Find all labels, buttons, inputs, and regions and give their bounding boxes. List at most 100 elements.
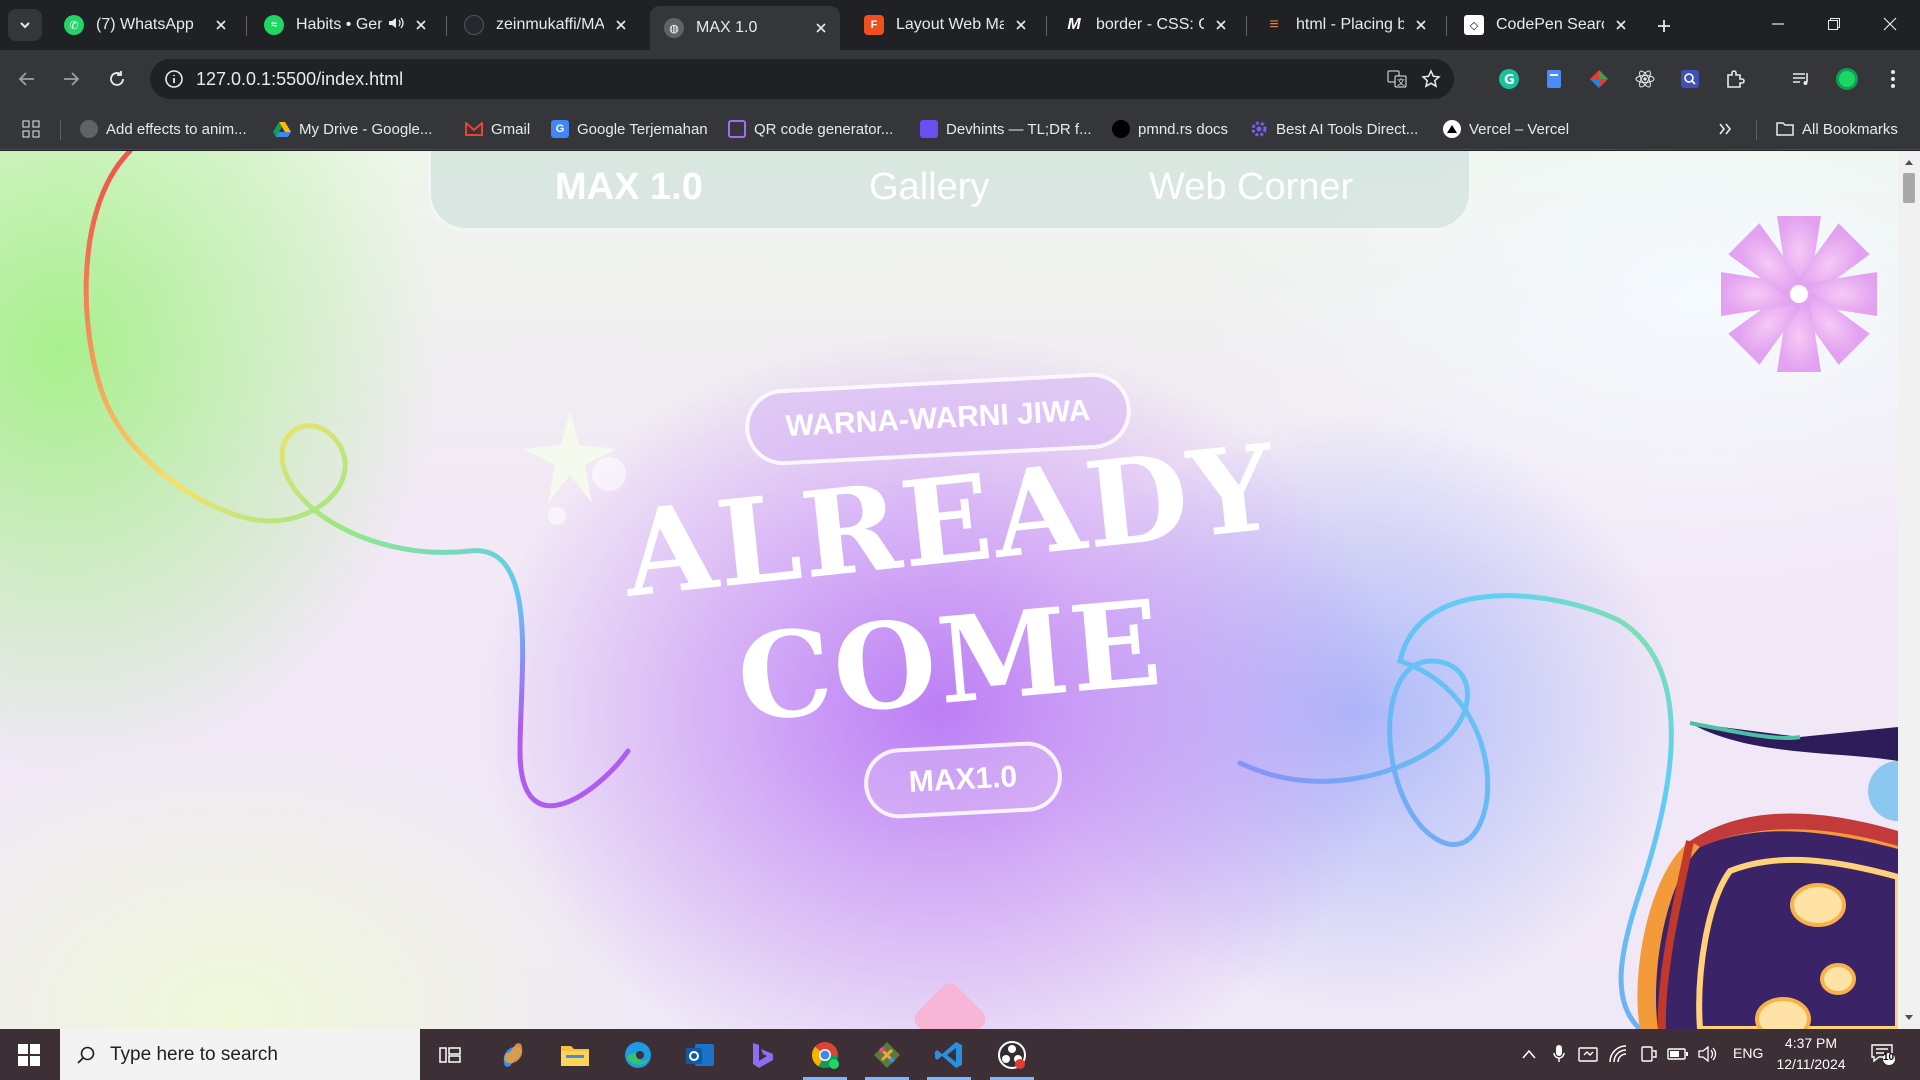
tab-title: MAX 1.0 — [696, 19, 758, 36]
clock-date: 12/11/2024 — [1776, 1056, 1846, 1072]
react-devtools-icon[interactable] — [1632, 66, 1658, 92]
bookmark-item[interactable]: G Google Terjemahan — [551, 118, 708, 140]
search-icon — [77, 1046, 95, 1064]
notification-center-icon[interactable]: 10 — [1868, 1043, 1898, 1065]
bookmark-item[interactable]: QR code generator... — [728, 118, 893, 140]
obs-icon[interactable] — [984, 1029, 1040, 1080]
all-bookmarks-button[interactable]: All Bookmarks — [1776, 118, 1898, 140]
media-control-icon[interactable] — [1788, 66, 1814, 92]
url-text[interactable]: 127.0.0.1:5500/index.html — [196, 69, 403, 90]
bookmark-label: QR code generator... — [754, 120, 894, 138]
bookmark-item[interactable]: Add effects to anim... — [80, 118, 247, 140]
site-info-icon[interactable] — [164, 69, 184, 94]
minimize-button[interactable] — [1758, 8, 1798, 40]
bookmark-item[interactable]: Best AI Tools Direct... — [1250, 118, 1418, 140]
more-bookmarks-button[interactable] — [1718, 118, 1732, 140]
tab-figma[interactable]: F Layout Web Max — [850, 6, 1040, 44]
grammarly-icon[interactable]: G — [1496, 66, 1522, 92]
tab-search-button[interactable] — [8, 9, 42, 41]
apps-grid-icon — [22, 120, 40, 138]
copilot-icon[interactable] — [485, 1029, 541, 1080]
file-explorer-icon[interactable] — [547, 1029, 603, 1080]
nav-brand-link[interactable]: MAX 1.0 — [555, 166, 703, 209]
forward-button[interactable] — [56, 64, 86, 94]
tab-whatsapp[interactable]: ✆ (7) WhatsApp — [50, 6, 240, 44]
translate-icon[interactable]: 文 — [1386, 68, 1408, 90]
close-icon[interactable] — [1412, 16, 1430, 34]
vercel-icon — [1443, 120, 1461, 138]
close-icon[interactable] — [612, 16, 630, 34]
close-icon[interactable] — [1212, 16, 1230, 34]
scroll-down-icon[interactable] — [1904, 1013, 1914, 1023]
close-icon[interactable] — [1012, 16, 1030, 34]
speaker-icon[interactable] — [388, 16, 404, 35]
plus-icon — [1658, 20, 1670, 32]
docs-extension-icon[interactable] — [1541, 66, 1567, 92]
clock-time: 4:37 PM — [1784, 1035, 1838, 1051]
close-icon[interactable] — [412, 16, 430, 34]
chrome-icon[interactable] — [797, 1029, 853, 1080]
reload-button[interactable] — [102, 64, 132, 94]
browser-menu-icon[interactable] — [1880, 66, 1906, 92]
tab-separator — [246, 16, 247, 36]
profile-avatar[interactable] — [1834, 66, 1860, 92]
close-window-button[interactable] — [1870, 8, 1910, 40]
vscode-icon[interactable] — [921, 1029, 977, 1080]
bookmark-item[interactable]: Vercel – Vercel — [1443, 118, 1569, 140]
restore-button[interactable] — [1814, 8, 1854, 40]
nav-gallery-link[interactable]: Gallery — [869, 166, 989, 209]
taskbar-search-box[interactable]: Type here to search — [60, 1029, 420, 1080]
outlook-icon[interactable] — [672, 1029, 728, 1080]
scroll-up-icon[interactable] — [1904, 157, 1914, 167]
bookmark-item[interactable]: My Drive - Google... — [273, 118, 432, 140]
system-clock[interactable]: 4:37 PM 12/11/2024 — [1766, 1033, 1856, 1075]
bookmarks-bar: Add effects to anim... My Drive - Google… — [0, 108, 1920, 150]
color-picker-extension-icon[interactable] — [1586, 66, 1612, 92]
svg-text:G: G — [1504, 73, 1515, 88]
edge-icon[interactable] — [610, 1029, 666, 1080]
flower-icon — [1721, 216, 1877, 372]
close-icon[interactable] — [212, 16, 230, 34]
close-icon[interactable] — [812, 19, 830, 37]
start-button[interactable] — [0, 1029, 58, 1080]
language-indicator[interactable]: ENG — [1733, 1045, 1763, 1061]
meet-now-icon[interactable] — [1577, 1043, 1599, 1065]
bookmark-star-icon[interactable] — [1420, 68, 1442, 90]
tab-github[interactable]: zeinmukaffi/MA — [450, 6, 640, 44]
codepen-icon: ◇ — [1464, 15, 1484, 35]
device-icon[interactable] — [1637, 1043, 1659, 1065]
battery-icon[interactable] — [1667, 1043, 1689, 1065]
bing-icon[interactable] — [734, 1029, 790, 1080]
bookmark-label: Google Terjemahan — [577, 120, 708, 138]
page-scrollbar[interactable] — [1898, 151, 1920, 1029]
devhints-icon — [920, 120, 938, 138]
apps-grid-button[interactable] — [22, 118, 40, 140]
tab-stackoverflow[interactable]: ≡ html - Placing bo — [1250, 6, 1440, 44]
git-icon[interactable] — [859, 1029, 915, 1080]
qr-icon — [728, 120, 746, 138]
bookmark-item[interactable]: Devhints — TL;DR f... — [920, 118, 1092, 140]
task-view-icon[interactable] — [422, 1029, 478, 1080]
close-icon[interactable] — [1612, 16, 1630, 34]
google-drive-icon — [273, 120, 291, 138]
tab-title: Layout Web Max — [896, 16, 1004, 33]
bookmark-item[interactable]: pmnd.rs docs — [1112, 118, 1228, 140]
back-button[interactable] — [12, 64, 42, 94]
search-extension-icon[interactable] — [1677, 66, 1703, 92]
tab-mdn[interactable]: M border - CSS: Ca — [1050, 6, 1240, 44]
volume-icon[interactable] — [1697, 1043, 1719, 1065]
scrollbar-thumb[interactable] — [1903, 173, 1915, 203]
minimize-icon — [1772, 23, 1784, 25]
extensions-puzzle-icon[interactable] — [1722, 66, 1748, 92]
address-bar[interactable]: 127.0.0.1:5500/index.html 文 — [150, 59, 1454, 99]
tab-codepen[interactable]: ◇ CodePen Search — [1450, 6, 1640, 44]
show-hidden-icons[interactable] — [1518, 1043, 1540, 1065]
tab-spotify[interactable]: ≈ Habits • Gen — [250, 6, 440, 44]
new-tab-button[interactable] — [1650, 12, 1678, 40]
microphone-icon[interactable] — [1548, 1043, 1570, 1065]
bookmark-item[interactable]: Gmail — [465, 118, 530, 140]
tab-max-active[interactable]: ◍ MAX 1.0 — [650, 6, 840, 50]
globe-icon: ◍ — [664, 18, 684, 38]
nav-web-corner-link[interactable]: Web Corner — [1149, 166, 1353, 209]
wifi-icon[interactable] — [1608, 1043, 1630, 1065]
